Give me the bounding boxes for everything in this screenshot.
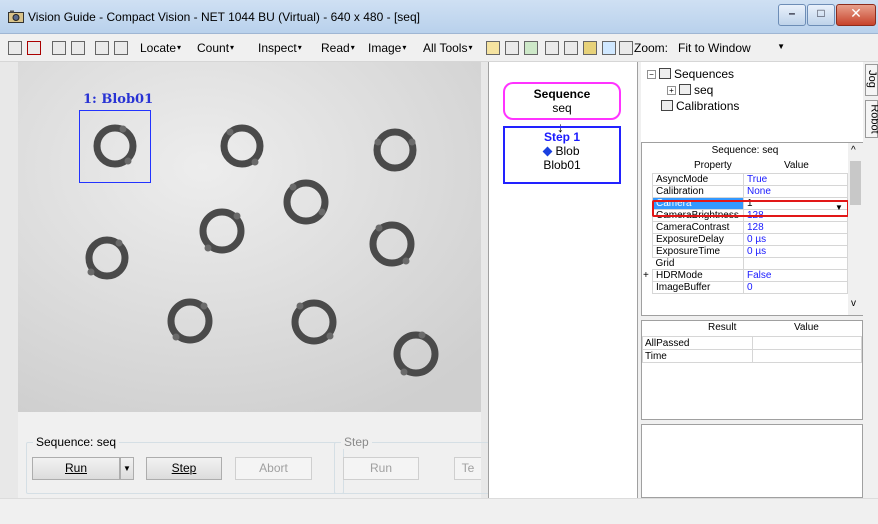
- property-row[interactable]: ExposureDelay 0 µs: [652, 233, 848, 246]
- camera-highlight-box: [652, 200, 849, 217]
- zoom-label: Zoom:: [634, 41, 669, 55]
- camera-icon: [8, 10, 24, 23]
- maximize-button[interactable]: □: [807, 4, 835, 26]
- results-grid: Result Value AllPassed Time: [641, 320, 863, 420]
- calibrations-icon: [661, 100, 673, 111]
- menu-count[interactable]: Count▾: [197, 41, 234, 55]
- tree-item-seq[interactable]: + seq: [667, 83, 713, 97]
- menu-all-tools[interactable]: All Tools▾: [423, 41, 472, 55]
- scroll-up-icon[interactable]: ^: [851, 145, 856, 156]
- property-row[interactable]: HDRMode False: [652, 269, 848, 282]
- blob-label: 1: Blob01: [83, 92, 154, 107]
- menu-locate[interactable]: Locate▾: [140, 41, 181, 55]
- statistics-icon[interactable]: [564, 41, 578, 55]
- expand-icon[interactable]: +: [667, 86, 676, 95]
- run-sequence-button[interactable]: Run: [32, 457, 120, 480]
- sequence-node-name: seq: [552, 101, 572, 115]
- result-column-header: Result: [708, 322, 737, 333]
- step-button[interactable]: Step: [146, 457, 222, 480]
- teach-icon[interactable]: [524, 41, 538, 55]
- step-node-name: Blob01: [543, 158, 581, 172]
- scroll-down-icon[interactable]: v: [851, 298, 856, 309]
- properties-scrollbar[interactable]: ^ v: [848, 143, 863, 315]
- menu-inspect[interactable]: Inspect▾: [258, 41, 302, 55]
- tab-robot[interactable]: Robot: [865, 100, 878, 138]
- run-sequence-icon[interactable]: [486, 41, 500, 55]
- collapse-icon[interactable]: −: [647, 70, 656, 79]
- result-row[interactable]: Time: [642, 349, 862, 363]
- delete-sequence-icon[interactable]: [27, 41, 41, 55]
- sequence-group-label: Sequence: seq: [33, 435, 120, 449]
- property-row-grid[interactable]: Grid: [652, 257, 848, 270]
- property-row[interactable]: AsyncMode True: [652, 173, 848, 186]
- teach-button[interactable]: Te: [454, 457, 481, 480]
- close-button[interactable]: ✕: [836, 4, 876, 26]
- menu-image[interactable]: Image▾: [368, 41, 406, 55]
- status-bar: [0, 498, 878, 524]
- abort-button[interactable]: Abort: [235, 457, 312, 480]
- description-pane: [641, 424, 863, 498]
- window-title: Vision Guide - Compact Vision - NET 1044…: [28, 10, 420, 24]
- run-options-dropdown[interactable]: ▼: [120, 457, 134, 480]
- import-icon[interactable]: [95, 41, 109, 55]
- result-value-column-header: Value: [794, 322, 819, 333]
- tab-jog[interactable]: Jog: [865, 64, 878, 96]
- zoom-select[interactable]: Fit to Window ▼: [673, 39, 789, 57]
- title-bar: Vision Guide - Compact Vision - NET 1044…: [0, 0, 878, 34]
- histogram-icon[interactable]: [545, 41, 559, 55]
- tree-item-sequences[interactable]: − Sequences: [647, 67, 734, 81]
- blob-icon: [543, 146, 553, 157]
- properties-header: Sequence: seq: [711, 145, 779, 156]
- export-icon[interactable]: [114, 41, 128, 55]
- property-row[interactable]: ImageBuffer 0: [652, 281, 848, 294]
- sequences-icon: [659, 68, 671, 79]
- run-controls-area: Sequence: seq Step Run ▼ Step Abort Run …: [18, 412, 494, 498]
- property-column-header: Property: [694, 160, 732, 171]
- result-row[interactable]: AllPassed: [642, 336, 862, 350]
- scroll-thumb[interactable]: [850, 161, 861, 205]
- tree-item-calibrations[interactable]: Calibrations: [661, 99, 739, 113]
- expand-grid-icon[interactable]: +: [643, 270, 649, 281]
- robot-icon[interactable]: [583, 41, 597, 55]
- grid-icon[interactable]: [619, 41, 633, 55]
- chevron-down-icon: ▼: [123, 464, 131, 473]
- step-group-label: Step: [341, 435, 372, 449]
- sequence-icon: [679, 84, 691, 95]
- zoom-value: Fit to Window: [678, 41, 751, 55]
- toolbar: Locate▾ Count▾ Inspect▾ Read▾ Image▾ All…: [0, 34, 878, 62]
- value-column-header: Value: [784, 160, 809, 171]
- camera-dropdown-icon[interactable]: ▼: [835, 203, 843, 212]
- properties-grid: Sequence: seq Property Value AsyncMode Tr…: [641, 142, 863, 316]
- results-table: AllPassed Time: [642, 336, 862, 363]
- minimize-button[interactable]: –: [778, 4, 806, 26]
- step-node-title: Step 1: [543, 130, 580, 144]
- new-step-icon[interactable]: [52, 41, 66, 55]
- property-row[interactable]: CameraContrast 128: [652, 221, 848, 234]
- maximize-icon: □: [817, 6, 825, 20]
- new-sequence-icon[interactable]: [8, 41, 22, 55]
- color-icon[interactable]: [602, 41, 616, 55]
- step-node-type: Blob: [505, 144, 619, 158]
- abc-icon[interactable]: [505, 41, 519, 55]
- delete-step-icon[interactable]: [71, 41, 85, 55]
- minimize-icon: –: [788, 6, 796, 20]
- blob-search-window[interactable]: [79, 110, 151, 183]
- close-icon: ✕: [850, 5, 862, 21]
- sequence-node[interactable]: Sequence seq: [503, 82, 621, 120]
- object-tree: − Sequences + seq Calibrations: [641, 62, 863, 142]
- sequence-node-title: Sequence: [533, 87, 591, 101]
- sequence-flow-pane: Sequence seq ↓ Step 1 Blob Blob01: [488, 62, 638, 498]
- property-row[interactable]: ExposureTime 0 µs: [652, 245, 848, 258]
- run-step-button[interactable]: Run: [343, 457, 419, 480]
- step-node[interactable]: Step 1 Blob Blob01: [503, 126, 621, 184]
- properties-table: AsyncMode True Calibration None Camera 1 Ca…: [652, 173, 848, 294]
- chevron-down-icon: ▼: [777, 42, 785, 51]
- property-row[interactable]: Calibration None: [652, 185, 848, 198]
- menu-read[interactable]: Read▾: [321, 41, 355, 55]
